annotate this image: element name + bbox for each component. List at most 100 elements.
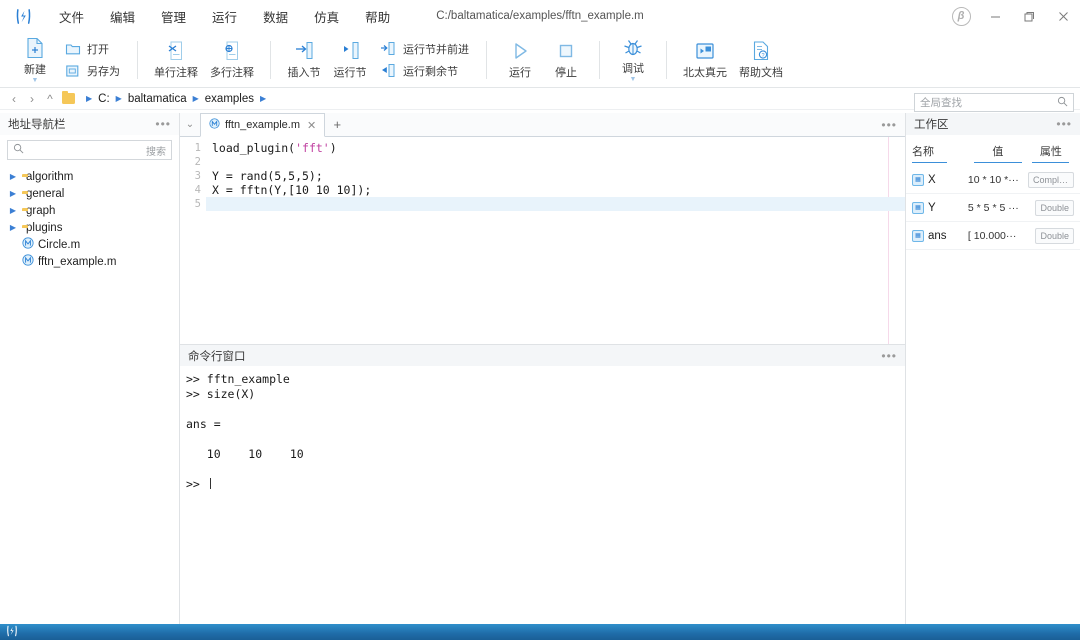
- toolbar-stack-run-section: 运行节并前进 运行剩余节: [373, 32, 476, 87]
- tree-item-general[interactable]: ▶ general: [0, 185, 179, 202]
- table-row[interactable]: ▦ X 10 * 10 *··· Comple...: [906, 166, 1080, 194]
- chevron-right-icon: ▶: [86, 94, 92, 103]
- workspace-variable-value: 10 * 10 *···: [968, 174, 1028, 186]
- help-doc-button[interactable]: ? 帮助文档: [733, 34, 789, 86]
- save-as-button[interactable]: 另存为: [58, 60, 127, 82]
- variable-label: ans: [928, 230, 947, 242]
- variable-icon: ▦: [912, 174, 924, 186]
- toolbar-group-comment: 单行注释 多行注释: [142, 32, 266, 87]
- run-section-button[interactable]: 运行节: [327, 34, 373, 86]
- back-arrow-icon[interactable]: ‹: [6, 90, 22, 108]
- column-header-attribute[interactable]: 属性: [1028, 143, 1074, 163]
- open-button[interactable]: 打开: [58, 38, 127, 60]
- tree-item-algorithm[interactable]: ▶ algorithm: [0, 168, 179, 185]
- chevron-down-icon[interactable]: ⌄: [180, 112, 200, 136]
- code-line-2: [206, 155, 905, 169]
- toolbar-stack-openSave: 打开 另存为: [58, 32, 127, 87]
- chevron-right-icon: ▶: [260, 94, 266, 103]
- restore-button[interactable]: [1012, 0, 1046, 32]
- single-line-comment-button[interactable]: 单行注释: [148, 34, 204, 86]
- more-options-icon[interactable]: •••: [881, 351, 897, 361]
- minimize-button[interactable]: [978, 0, 1012, 32]
- debug-button[interactable]: 调试 ▼: [610, 34, 656, 86]
- breadcrumb-item-baltamatica[interactable]: baltamatica: [126, 92, 189, 106]
- os-taskbar: [0, 624, 1080, 640]
- menu-item-data[interactable]: 数据: [250, 2, 301, 31]
- file-navigator-header: 地址导航栏 •••: [0, 113, 179, 135]
- tree-item-circle-m[interactable]: Circle.m: [0, 236, 179, 253]
- menu-item-manage[interactable]: 管理: [148, 2, 199, 31]
- main-toolbar: 新建 ▼ 打开: [0, 32, 1080, 88]
- single-comment-icon: [166, 40, 186, 62]
- run-section-advance-button[interactable]: 运行节并前进: [373, 38, 476, 60]
- table-row[interactable]: ▦ Y 5 * 5 * 5 ··· Double: [906, 194, 1080, 222]
- tree-item-graph[interactable]: ▶ graph: [0, 202, 179, 219]
- tree-item-label: plugins: [26, 222, 62, 234]
- beitai-app-icon: [694, 40, 716, 62]
- multi-line-comment-button[interactable]: 多行注释: [204, 34, 260, 86]
- table-row[interactable]: ▦ ans [ 10.000··· Double: [906, 222, 1080, 250]
- editor-tab-fftn-example[interactable]: fftn_example.m ✕: [200, 113, 325, 137]
- multi-line-comment-label: 多行注释: [210, 64, 254, 80]
- stop-button[interactable]: 停止: [543, 34, 589, 86]
- command-line: 10 10 10: [186, 447, 899, 462]
- chevron-right-icon[interactable]: ▶: [8, 189, 18, 198]
- app-logo-icon[interactable]: [6, 625, 18, 640]
- more-options-icon[interactable]: •••: [155, 119, 171, 129]
- multi-comment-icon: [222, 40, 242, 62]
- column-header-name[interactable]: 名称: [912, 143, 968, 163]
- breadcrumb-item-examples[interactable]: examples: [203, 92, 256, 106]
- run-remaining-sections-button[interactable]: 运行剩余节: [373, 60, 476, 82]
- menu-item-edit[interactable]: 编辑: [97, 2, 148, 31]
- title-bar: 文件 编辑 管理 运行 数据 仿真 帮助 C:/baltamatica/exam…: [0, 0, 1080, 32]
- column-header-value[interactable]: 值: [968, 143, 1028, 163]
- m-file-icon: [22, 254, 34, 269]
- folder-icon[interactable]: [60, 90, 76, 108]
- command-window-output[interactable]: >> fftn_example >> size(X) ans = 10 10 1…: [180, 366, 905, 624]
- breadcrumb-item-drive[interactable]: C:: [96, 92, 112, 106]
- editor-panel: ⌄ fftn_example.m ✕ + •••: [180, 113, 905, 345]
- tree-item-plugins[interactable]: ▶ plugins: [0, 219, 179, 236]
- tree-item-fftn-example-m[interactable]: fftn_example.m: [0, 253, 179, 270]
- forward-arrow-icon[interactable]: ›: [24, 90, 40, 108]
- menu-item-simulation[interactable]: 仿真: [301, 2, 352, 31]
- add-tab-icon[interactable]: +: [325, 112, 349, 136]
- menu-item-run[interactable]: 运行: [199, 2, 250, 31]
- workspace-variable-attr: Double: [1028, 200, 1074, 216]
- toolbar-group-debug: 调试 ▼: [604, 32, 662, 87]
- workspace-variable-name: ▦ Y: [912, 202, 968, 214]
- chevron-right-icon[interactable]: ▶: [8, 206, 18, 215]
- search-icon: [13, 141, 24, 159]
- chevron-right-icon[interactable]: ▶: [8, 172, 18, 181]
- sidebar-search-input[interactable]: 搜索: [7, 140, 172, 160]
- insert-section-label: 插入节: [288, 64, 321, 80]
- code-editor[interactable]: 1 2 3 4 5 load_plugin('fft') Y = rand(5,…: [180, 137, 905, 344]
- global-search-input[interactable]: 全局查找: [914, 93, 1074, 112]
- insert-section-button[interactable]: 插入节: [281, 34, 327, 86]
- beitai-zhenyuan-button[interactable]: 北太真元: [677, 34, 733, 86]
- workspace-variable-attr: Comple...: [1028, 172, 1074, 188]
- toolbar-group-extras: 北太真元 ? 帮助文档: [671, 32, 795, 87]
- status-badge: Comple...: [1028, 172, 1074, 188]
- menu-item-file[interactable]: 文件: [46, 2, 97, 31]
- command-prompt-line[interactable]: >>: [186, 477, 899, 492]
- up-arrow-icon[interactable]: ^: [42, 90, 58, 108]
- close-button[interactable]: [1046, 0, 1080, 32]
- menu-item-help[interactable]: 帮助: [352, 2, 403, 31]
- more-options-icon[interactable]: •••: [881, 120, 905, 136]
- tree-item-label: graph: [26, 205, 55, 217]
- close-icon[interactable]: ✕: [307, 119, 316, 132]
- run-section-icon: [340, 40, 360, 62]
- command-line: ans =: [186, 417, 899, 432]
- workspace-table: 名称 值 属性 ▦ X 10 * 10 *··· Comple...: [906, 135, 1080, 250]
- account-logo-icon[interactable]: β: [944, 0, 978, 32]
- new-button[interactable]: 新建 ▼: [12, 34, 58, 86]
- more-options-icon[interactable]: •••: [1056, 119, 1072, 129]
- chevron-right-icon[interactable]: ▶: [8, 223, 18, 232]
- window-controls: β: [944, 0, 1080, 32]
- run-button[interactable]: 运行: [497, 34, 543, 86]
- toolbar-separator: [137, 41, 138, 79]
- variable-label: X: [928, 174, 936, 186]
- code-area[interactable]: load_plugin('fft') Y = rand(5,5,5); X = …: [206, 137, 905, 344]
- line-number: 1: [180, 141, 206, 155]
